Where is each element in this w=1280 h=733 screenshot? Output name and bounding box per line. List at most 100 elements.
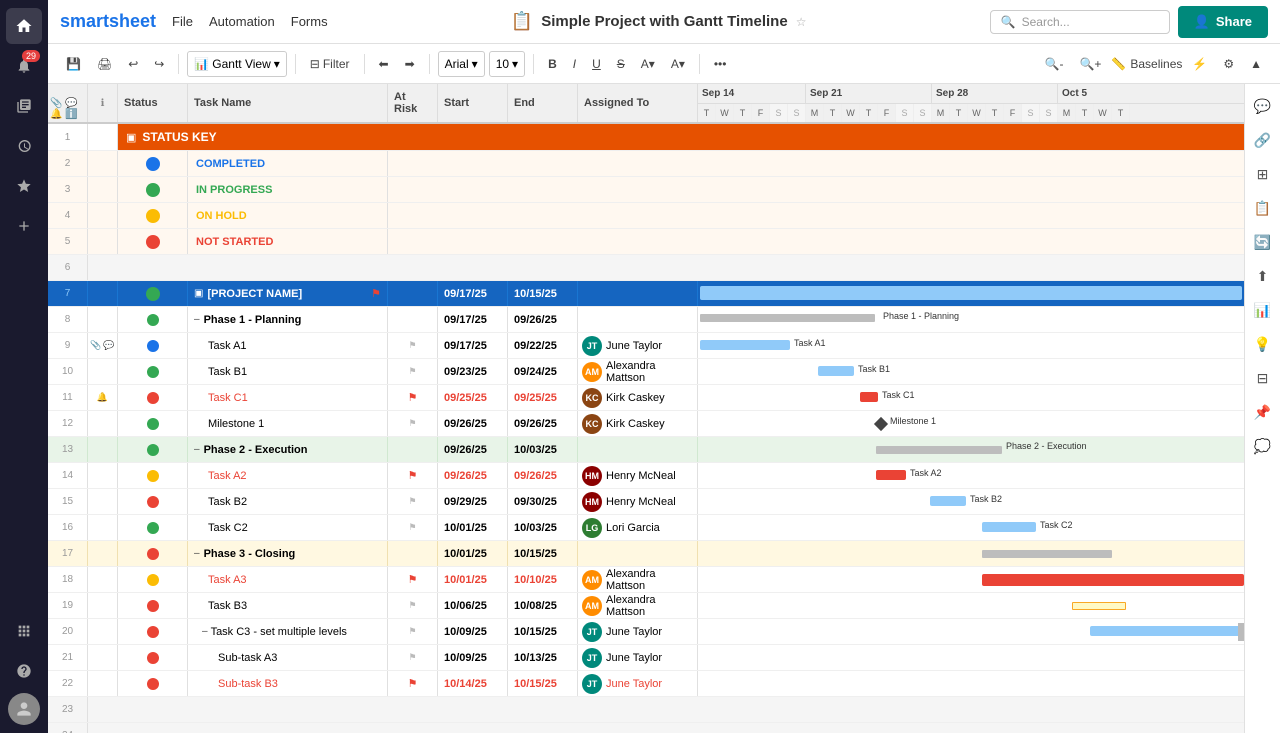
rn-6: 6: [48, 255, 88, 280]
rp-tableview-icon[interactable]: ⊟: [1249, 364, 1277, 392]
column-headers: 📎 💬 🔔 ℹ️ ℹ Status Task Name At Risk Star…: [48, 84, 1244, 124]
atrisk-7: [388, 281, 438, 306]
flag-11: ⚑: [408, 391, 418, 404]
rp-chart-icon[interactable]: 📊: [1249, 296, 1277, 324]
notif-badge: 29: [22, 50, 40, 62]
rp-link-icon[interactable]: 🔗: [1249, 126, 1277, 154]
search-box[interactable]: 🔍 Search...: [990, 10, 1170, 34]
sidebar-apps[interactable]: [6, 613, 42, 649]
nav-forms[interactable]: Forms: [291, 10, 328, 33]
favorite-icon[interactable]: ☆: [796, 15, 807, 29]
sidebar-user-avatar[interactable]: [8, 693, 40, 725]
more-button[interactable]: •••: [708, 50, 733, 78]
row-20: 20 – Task C3 - set multiple levels ⚑: [48, 619, 1244, 645]
info-col-header: ℹ: [88, 84, 118, 122]
sidebar-home[interactable]: [6, 8, 42, 44]
dot-8: [147, 314, 159, 326]
row-icons-header: 📎 💬 🔔 ℹ️: [50, 98, 85, 120]
rp-form-icon[interactable]: 📋: [1249, 194, 1277, 222]
indent-button[interactable]: ⬅: [373, 50, 395, 78]
size-label: 10: [496, 57, 509, 71]
task-16: Task C2: [188, 515, 388, 540]
rn-12: 12: [48, 411, 88, 436]
nav-automation[interactable]: Automation: [209, 10, 275, 33]
gantt-12: Milestone 1: [698, 411, 1244, 436]
settings-button[interactable]: ⚙: [1217, 50, 1240, 78]
rp-refresh-icon[interactable]: 🔄: [1249, 228, 1277, 256]
gantt-8: Phase 1 - Planning: [698, 307, 1244, 332]
assigned-10-name: Alexandra Mattson: [606, 360, 693, 384]
expand-8[interactable]: –: [194, 314, 200, 325]
rp-grid-icon[interactable]: ⊞: [1249, 160, 1277, 188]
baselines-button[interactable]: 📏 Baselines: [1111, 57, 1182, 71]
end-18-val: 10/10/25: [514, 574, 557, 586]
taskb1-label: Task B1: [208, 366, 247, 378]
critical-path-button[interactable]: ⚡: [1186, 50, 1213, 78]
collapse-button[interactable]: ▲: [1244, 50, 1268, 78]
status-8: [118, 307, 188, 332]
start-13-val: 09/26/25: [444, 444, 487, 456]
gantt-10: Task B1: [698, 359, 1244, 384]
task-14: Task A2: [188, 463, 388, 488]
view-dropdown[interactable]: 📊 Gantt View ▾: [187, 51, 286, 77]
dot-onhold: [146, 209, 160, 223]
sidebar-add[interactable]: [6, 208, 42, 244]
undo-button[interactable]: ↩: [122, 50, 144, 78]
rp-balloon-icon[interactable]: 💭: [1249, 432, 1277, 460]
phase2-label: Phase 2 - Execution: [204, 444, 308, 456]
redo-button[interactable]: ↪: [148, 50, 170, 78]
expand-17[interactable]: –: [194, 548, 200, 559]
underline-button[interactable]: U: [586, 50, 607, 78]
expand-20[interactable]: –: [202, 626, 208, 637]
baselines-icon: 📏: [1111, 57, 1126, 71]
start-9-val: 09/17/25: [444, 340, 487, 352]
week-sep28: Sep 28: [932, 84, 1058, 103]
day-T5: T: [950, 104, 968, 122]
bold-button[interactable]: B: [542, 50, 563, 78]
start-9: 09/17/25: [438, 333, 508, 358]
zoom-in-button[interactable]: 🔍+: [1073, 50, 1107, 78]
sidebar-help[interactable]: [6, 653, 42, 689]
rn-4: 4: [48, 203, 88, 228]
start-13: 09/26/25: [438, 437, 508, 462]
size-dropdown[interactable]: 10 ▾: [489, 51, 525, 77]
gantt-20: [698, 619, 1244, 644]
assigned-20: JT June Taylor: [578, 619, 698, 644]
sidebar-notifications[interactable]: 29: [6, 48, 42, 84]
print-button[interactable]: 🖨: [91, 50, 118, 78]
strikethrough-button[interactable]: S: [611, 50, 631, 78]
sidebar-recent[interactable]: [6, 128, 42, 164]
rp-pin-icon[interactable]: 📌: [1249, 398, 1277, 426]
outdent-button[interactable]: ➡: [399, 50, 421, 78]
filter-button[interactable]: ⊟ Filter: [304, 50, 356, 78]
rp-upload-icon[interactable]: ⬆: [1249, 262, 1277, 290]
sidebar-favorites[interactable]: [6, 168, 42, 204]
end-10: 09/24/25: [508, 359, 578, 384]
avatar-21: JT: [582, 648, 602, 668]
expand-13[interactable]: –: [194, 444, 200, 455]
rn-24: 24: [48, 723, 88, 733]
rp-chat-icon[interactable]: 💬: [1249, 92, 1277, 120]
share-button[interactable]: 👤 Share: [1178, 6, 1268, 38]
rn-20: 20: [48, 619, 88, 644]
nav-file[interactable]: File: [172, 10, 193, 33]
italic-button[interactable]: I: [567, 50, 582, 78]
end-9: 09/22/25: [508, 333, 578, 358]
rp-bulb-icon[interactable]: 💡: [1249, 330, 1277, 358]
start-15-val: 09/29/25: [444, 496, 487, 508]
font-dropdown[interactable]: Arial ▾: [438, 51, 485, 77]
week-sep21: Sep 21: [806, 84, 932, 103]
zoom-out-button[interactable]: 🔍-: [1039, 50, 1070, 78]
empty-23: [88, 697, 1244, 722]
textcolor-button[interactable]: A▾: [635, 50, 661, 78]
sheet-icon: 📋: [511, 11, 533, 32]
status-13: [118, 437, 188, 462]
sidebar-browse[interactable]: [6, 88, 42, 124]
atrisk-flag-15: ⚑: [408, 496, 416, 507]
end-18: 10/10/25: [508, 567, 578, 592]
start-22-val: 10/14/25: [444, 678, 487, 690]
save-button[interactable]: 💾: [60, 50, 87, 78]
fillcolor-button[interactable]: A▾: [665, 50, 691, 78]
view-chevron: ▾: [274, 57, 280, 71]
expand-7[interactable]: ▣: [194, 288, 203, 299]
